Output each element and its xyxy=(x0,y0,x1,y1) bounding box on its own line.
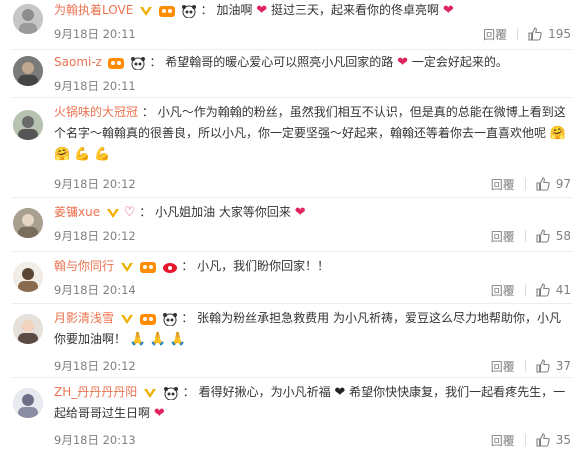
heart-icon: ♡ xyxy=(123,205,136,220)
reply-button[interactable]: 回覆 xyxy=(491,228,525,245)
comment-list: 为翰执着LOVE ： 加油啊 ❤ 挺过三天，起来看你的佟卓亮啊 ❤ 9月18日 … xyxy=(0,0,585,457)
weibo-icon xyxy=(162,260,178,274)
divider xyxy=(524,434,526,446)
divider xyxy=(524,230,526,242)
avatar[interactable] xyxy=(13,4,43,34)
avatar[interactable] xyxy=(13,208,43,238)
hug-icon: 🤗 xyxy=(54,147,71,162)
comment-text: 加油啊 xyxy=(216,3,253,17)
divider xyxy=(524,360,526,372)
like-button[interactable]: 37 xyxy=(536,359,571,373)
heart-icon: ❤ xyxy=(334,385,346,400)
thumbs-up-icon xyxy=(528,27,542,41)
reply-button[interactable]: 回覆 xyxy=(491,282,525,299)
comment-text: 小凡姐加油 大家等你回来 xyxy=(155,205,291,219)
avatar[interactable] xyxy=(13,110,43,140)
thumbs-up-icon xyxy=(536,359,550,373)
vip-badge-icon xyxy=(120,260,134,274)
reply-button[interactable]: 回覆 xyxy=(491,358,525,375)
like-count: 97 xyxy=(555,177,571,191)
comment-time: 9月18日 20:12 xyxy=(54,177,136,191)
hug-icon: 🤗 xyxy=(549,126,567,141)
pray-icon: 🙏 xyxy=(129,332,147,347)
heart-icon: ❤ xyxy=(442,3,454,18)
divider xyxy=(12,303,573,304)
comment-text: 一定会好起来的。 xyxy=(411,55,508,69)
pray-icon: 🙏 xyxy=(169,332,187,347)
fan-badge-icon xyxy=(139,312,156,326)
username[interactable]: 月影清浅雪 xyxy=(54,311,114,325)
vip-badge-icon xyxy=(120,312,134,326)
pray-icon: 🙏 xyxy=(149,332,167,347)
heart-icon: ❤ xyxy=(294,205,306,220)
comment-time: 9月18日 20:11 xyxy=(54,27,136,41)
username[interactable]: 火锅味的大冠冠 xyxy=(54,105,138,119)
like-button[interactable]: 195 xyxy=(528,27,571,41)
divider xyxy=(12,97,573,98)
fan-badge-icon xyxy=(139,260,156,274)
thumbs-up-icon xyxy=(536,177,550,191)
comment-text: 希望翰哥的暖心爱心可以照亮小凡回家的路 xyxy=(165,55,394,69)
divider xyxy=(517,28,519,40)
divider xyxy=(12,377,573,378)
heart-icon: ❤ xyxy=(397,55,409,70)
comment-time: 9月18日 20:14 xyxy=(54,283,136,297)
comment-text: 看得好揪心，为小凡祈福 xyxy=(198,385,331,399)
fan-badge-icon xyxy=(158,4,175,18)
comment-time: 9月18日 20:13 xyxy=(54,433,136,447)
like-count: 58 xyxy=(555,229,571,243)
avatar[interactable] xyxy=(13,262,43,292)
panda-icon xyxy=(181,4,197,18)
like-button[interactable]: 58 xyxy=(536,229,571,243)
thumbs-up-icon xyxy=(536,433,550,447)
username[interactable]: Saomi-z xyxy=(54,55,102,69)
username[interactable]: 姜镛xue xyxy=(54,205,100,219)
comment-time: 9月18日 20:12 xyxy=(54,229,136,243)
thumbs-up-icon xyxy=(536,229,550,243)
reply-button[interactable]: 回覆 xyxy=(491,176,525,193)
like-button[interactable]: 97 xyxy=(536,177,571,191)
like-button[interactable]: 35 xyxy=(536,433,571,447)
panda-icon xyxy=(162,312,178,326)
panda-icon xyxy=(163,386,179,400)
avatar[interactable] xyxy=(13,56,43,86)
vip-badge-icon xyxy=(143,386,157,400)
divider xyxy=(524,178,526,190)
divider xyxy=(12,251,573,252)
like-button[interactable]: 41 xyxy=(536,283,571,297)
divider xyxy=(524,284,526,296)
username[interactable]: ZH_丹丹丹丹阳 xyxy=(54,385,137,399)
comment-time: 9月18日 20:12 xyxy=(54,359,136,373)
like-count: 37 xyxy=(555,359,571,373)
fan-badge-icon xyxy=(107,56,124,70)
comment-text: 挺过三天，起来看你的佟卓亮啊 xyxy=(271,3,440,17)
muscle-icon: 💪 xyxy=(94,147,111,162)
divider xyxy=(12,49,573,50)
vip-badge-icon xyxy=(106,206,120,220)
username[interactable]: 翰与你同行 xyxy=(54,259,114,273)
vip-badge-icon xyxy=(139,4,153,18)
thumbs-up-icon xyxy=(536,283,550,297)
muscle-icon: 💪 xyxy=(74,147,91,162)
avatar[interactable] xyxy=(13,388,43,418)
like-count: 41 xyxy=(555,283,571,297)
heart-icon: ❤ xyxy=(153,406,165,421)
reply-button[interactable]: 回覆 xyxy=(491,432,525,449)
comment-time: 9月18日 20:11 xyxy=(54,79,136,93)
heart-icon: ❤ xyxy=(256,3,268,18)
username[interactable]: 为翰执着LOVE xyxy=(54,3,133,17)
like-count: 195 xyxy=(548,27,571,41)
panda-icon xyxy=(130,56,146,70)
divider xyxy=(12,197,573,198)
comment-text: 小凡，我们盼你回家！！ xyxy=(197,259,330,273)
like-count: 35 xyxy=(555,433,571,447)
avatar[interactable] xyxy=(13,314,43,344)
reply-button[interactable]: 回覆 xyxy=(483,26,517,43)
